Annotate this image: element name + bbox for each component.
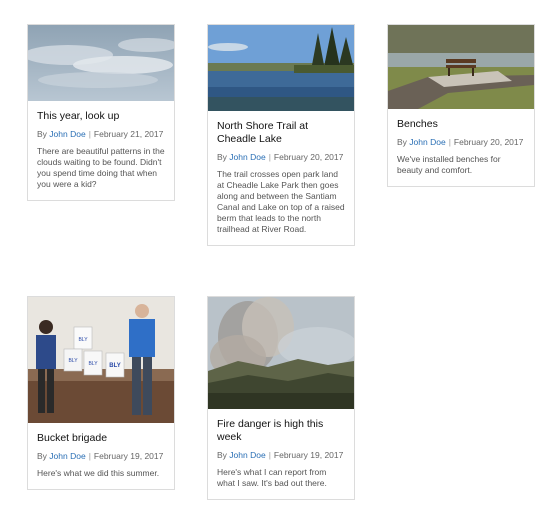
clouds-photo [28, 25, 174, 101]
author-link[interactable]: John Doe [409, 137, 445, 147]
post-card: Benches By John Doe | February 20, 2017 We… [387, 24, 535, 187]
post-date: February 21, 2017 [93, 129, 164, 139]
post-thumbnail[interactable] [28, 25, 174, 101]
byline-prefix: By [217, 450, 227, 460]
byline-prefix: By [217, 152, 227, 162]
post-excerpt: The trail crosses open park land at Chea… [217, 169, 345, 234]
bucket-label: BLY [68, 358, 78, 364]
post-title[interactable]: North Shore Trail at Cheadle Lake [217, 120, 345, 146]
post-thumbnail[interactable]: BLY BLY BLY BLY [28, 297, 174, 423]
author-link[interactable]: John Doe [49, 451, 85, 461]
author-link[interactable]: John Doe [49, 129, 85, 139]
bench-photo [388, 25, 534, 109]
post-excerpt: There are beautiful patterns in the clou… [37, 146, 165, 189]
post-meta: By John Doe | February 20, 2017 [397, 137, 525, 148]
meta-separator: | [88, 129, 91, 139]
post-meta: By John Doe | February 19, 2017 [37, 451, 165, 462]
bucket-label: BLY [78, 337, 88, 343]
byline-prefix: By [37, 129, 47, 139]
post-thumbnail[interactable] [388, 25, 534, 109]
post-meta: By John Doe | February 19, 2017 [217, 450, 345, 461]
post-meta: By John Doe | February 21, 2017 [37, 129, 165, 140]
post-card: BLY BLY BLY BLY Bucket brigade By John D… [27, 296, 175, 490]
meta-separator: | [88, 451, 91, 461]
post-card: North Shore Trail at Cheadle Lake By Joh… [207, 24, 355, 246]
byline-prefix: By [397, 137, 407, 147]
author-link[interactable]: John Doe [229, 450, 265, 460]
meta-separator: | [268, 450, 271, 460]
post-card: Fire danger is high this week By John Do… [207, 296, 355, 500]
post-title[interactable]: Bucket brigade [37, 432, 165, 445]
post-date: February 20, 2017 [453, 137, 524, 147]
post-thumbnail[interactable] [208, 25, 354, 111]
post-excerpt: Here's what I can report from what I saw… [217, 467, 327, 488]
buckets-photo: BLY BLY BLY BLY [28, 297, 174, 423]
byline-prefix: By [37, 451, 47, 461]
post-date: February 20, 2017 [273, 152, 344, 162]
post-title[interactable]: This year, look up [37, 110, 165, 123]
bucket-label: BLY [88, 361, 98, 367]
smoke-photo [208, 297, 354, 409]
post-date: February 19, 2017 [93, 451, 164, 461]
meta-separator: | [448, 137, 451, 147]
post-meta: By John Doe | February 20, 2017 [217, 152, 345, 163]
post-card: This year, look up By John Doe | February … [27, 24, 175, 201]
post-excerpt: Here's what we did this summer. [37, 468, 160, 478]
post-thumbnail[interactable] [208, 297, 354, 409]
author-link[interactable]: John Doe [229, 152, 265, 162]
bucket-label: BLY [109, 363, 120, 369]
meta-separator: | [268, 152, 271, 162]
post-title[interactable]: Fire danger is high this week [217, 418, 345, 444]
lake-photo [208, 25, 354, 111]
post-excerpt: We've installed benches for beauty and c… [397, 154, 501, 175]
post-title[interactable]: Benches [397, 118, 525, 131]
post-date: February 19, 2017 [273, 450, 344, 460]
